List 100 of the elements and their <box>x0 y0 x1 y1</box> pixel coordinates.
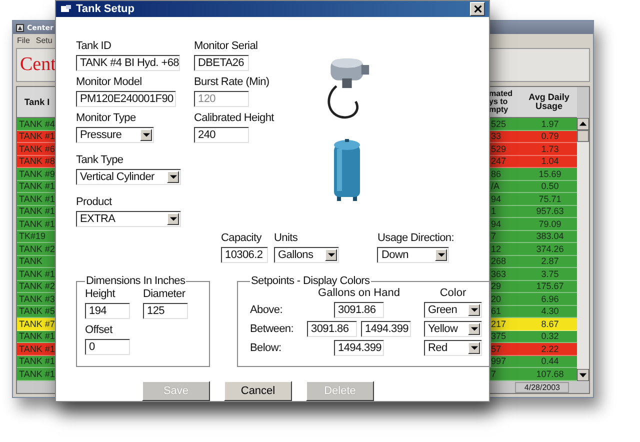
scrollbar[interactable] <box>577 118 589 381</box>
table-cell-text: 86 <box>490 168 502 179</box>
field-label: Monitor Model <box>76 75 142 89</box>
text-field[interactable]: 1494.399 <box>361 321 411 337</box>
table-cell-text: 94 <box>490 218 502 229</box>
column-header[interactable]: Avg Daily Usage <box>521 87 577 117</box>
table-cell-text: TANK #4 <box>18 118 56 129</box>
table-cell-text: 363 <box>490 268 508 279</box>
text-field[interactable]: 10306.2 <box>221 247 268 263</box>
table-cell-text: 7 <box>490 368 498 379</box>
table-cell-text: TANK #2 <box>18 244 56 254</box>
field-label: Tank Type <box>76 153 124 167</box>
table-cell-text: 20 <box>490 294 502 304</box>
table-cell-text: TANK #3 <box>18 294 56 304</box>
field-label: Height <box>85 287 115 301</box>
dropdown[interactable]: Down <box>377 247 450 263</box>
table-cell-text: 175.67 <box>535 281 565 292</box>
dropdown[interactable]: Vertical Cylinder <box>76 169 181 185</box>
logo-text: Cent <box>20 54 56 76</box>
scroll-up-icon[interactable] <box>577 118 589 130</box>
table-cell-text: TANK <box>18 256 44 266</box>
field-label: Above: <box>250 304 284 316</box>
dropdown[interactable]: EXTRA <box>76 211 181 227</box>
table-cell-text: 525 <box>490 118 508 129</box>
table-cell-text: 529 <box>490 144 508 154</box>
field-label: Capacity <box>221 231 262 245</box>
text-field[interactable]: TANK #4 BI Hyd. +68 <box>76 55 180 71</box>
table-cell-text: TANK #7 <box>18 318 56 329</box>
field-label: Below: <box>250 342 282 354</box>
table-cell-text: 79.09 <box>538 218 562 229</box>
dropdown[interactable]: Pressure <box>76 127 154 143</box>
table-cell-text: TANK #6 <box>18 144 56 154</box>
text-field[interactable]: 194 <box>85 303 130 319</box>
table-cell-text: 29 <box>490 281 502 292</box>
table-cell-text: 15.69 <box>538 168 562 179</box>
table-cell-text: 375 <box>490 331 508 342</box>
table-cell-text: TANK #1 <box>18 181 56 192</box>
table-cell-text: TANK #1 <box>18 268 56 279</box>
field-label: Offset <box>85 323 112 337</box>
table-cell-text: 107.68 <box>535 368 565 379</box>
text-field[interactable]: 3091.86 <box>334 302 384 318</box>
menu-item[interactable]: File <box>17 36 30 44</box>
table-cell-text: 247 <box>490 156 508 166</box>
text-field[interactable]: 240 <box>194 127 249 143</box>
text-field[interactable]: 125 <box>143 303 188 319</box>
table-cell-text: 1.73 <box>540 144 560 154</box>
table-cell-text: 33 <box>490 131 502 142</box>
table-cell-text: TANK #1 <box>18 331 56 342</box>
field-label: Units <box>274 231 298 245</box>
text-field[interactable]: 3091.86 <box>307 321 357 337</box>
table-cell-text: 7 <box>490 231 498 242</box>
table-cell-text: TANK #1 <box>18 194 56 204</box>
text-field[interactable]: PM120E240001F90 <box>76 91 176 107</box>
table-cell-text: 2.22 <box>540 344 560 354</box>
dropdown[interactable]: Green <box>424 302 482 318</box>
table-cell-text: 0.44 <box>540 356 560 366</box>
group-title: Setpoints - Display Colors <box>250 275 371 287</box>
table-cell-text: 2.87 <box>540 256 560 266</box>
table-cell-text: 12 <box>490 244 502 254</box>
field-label: Calibrated Height <box>194 111 274 125</box>
table-cell-text: /A <box>490 181 501 192</box>
menu-item[interactable]: Setu <box>36 36 52 44</box>
table-cell-text: 94 <box>490 194 502 204</box>
close-icon <box>474 5 482 13</box>
table-cell-text: TANK #1 <box>18 368 56 379</box>
column-header[interactable]: Tank I <box>17 87 57 117</box>
dropdown[interactable]: Yellow <box>424 321 482 337</box>
text-field[interactable]: 1494.399 <box>334 340 384 356</box>
field-label: Diameter <box>143 287 186 301</box>
table-cell-text: 1.04 <box>540 156 560 166</box>
table-cell-text: 61 <box>490 306 502 316</box>
window-icon <box>60 4 72 14</box>
field-label: Monitor Type <box>76 111 136 125</box>
dialog-button[interactable]: Cancel <box>224 381 292 401</box>
field-label: Product <box>76 195 112 209</box>
table-cell-text: 0.32 <box>540 331 560 342</box>
group-title: Dimensions In Inches <box>85 275 186 287</box>
field-label: Usage Direction: <box>377 231 454 245</box>
table-cell-text: 75.71 <box>538 194 562 204</box>
table-cell-text: TANK #9 <box>18 168 56 179</box>
text-field[interactable]: 0 <box>85 339 130 355</box>
table-cell-text: 0.79 <box>540 131 560 142</box>
close-button[interactable] <box>470 2 485 16</box>
table-cell-text: 957.63 <box>535 206 565 216</box>
table-cell-text: 3.75 <box>540 268 560 279</box>
column-heading: Color <box>438 287 468 299</box>
table-cell-text: TANK #1 <box>18 344 56 354</box>
scroll-down-icon[interactable] <box>577 369 589 381</box>
table-cell-text: 0.50 <box>540 181 560 192</box>
table-cell-text: TANK #1 <box>18 131 56 142</box>
field-label: Burst Rate (Min) <box>194 75 270 89</box>
table-cell-text: 57 <box>490 344 502 354</box>
status-date: 4/28/2003 <box>515 382 569 392</box>
text-field[interactable]: DBETA26 <box>194 55 249 71</box>
dropdown[interactable]: Gallons <box>274 247 339 263</box>
table-cell-text: 4.30 <box>540 306 560 316</box>
column-heading: Gallons on Hand <box>317 287 401 299</box>
dropdown[interactable]: Red <box>424 340 482 356</box>
scroll-thumb[interactable] <box>577 130 589 142</box>
table-cell-text: 997 <box>490 356 508 366</box>
